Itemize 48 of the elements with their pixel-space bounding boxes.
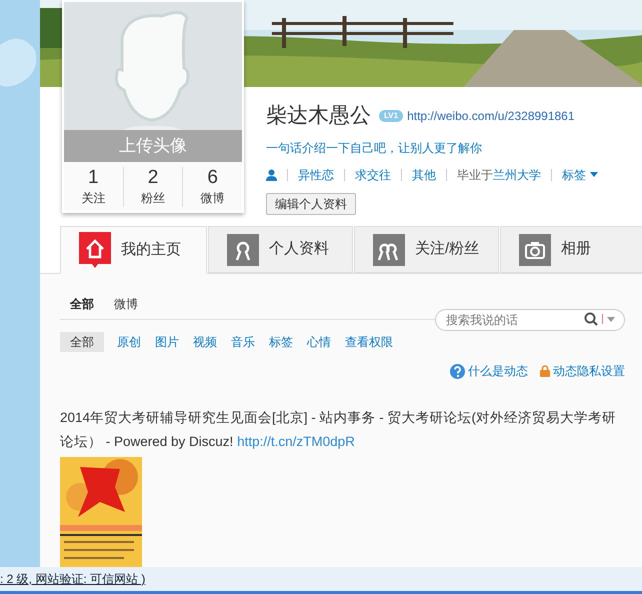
- people-icon: [373, 234, 405, 266]
- filter-tab[interactable]: 图片: [154, 332, 180, 352]
- tab[interactable]: 我的主页: [60, 226, 207, 274]
- help-link[interactable]: 动态隐私设置: [540, 362, 625, 380]
- tab[interactable]: 个人资料: [208, 226, 353, 273]
- post-text: 2014年贸大考研辅导研究生见面会[北京] - 站内事务 - 贸大考研论坛(对外经济贸易大学考研论坛） - Powered by Discuz! http://t.cn/zTM0dpR: [60, 409, 618, 451]
- filter-tab[interactable]: 标签: [268, 332, 294, 352]
- help-icon: [450, 364, 465, 378]
- bio-link[interactable]: 一句话介绍一下自己吧，让别人更了解你: [266, 138, 598, 156]
- person-icon: [266, 168, 277, 180]
- filter-tab[interactable]: 原创: [116, 332, 142, 352]
- stat-label[interactable]: 关注: [81, 188, 106, 206]
- stat-label[interactable]: 微博: [200, 188, 225, 206]
- post-link[interactable]: http://t.cn/zTM0dpR: [237, 434, 355, 449]
- caret-icon: [590, 172, 598, 177]
- tags-dropdown[interactable]: 标签: [562, 166, 598, 184]
- filter-tab[interactable]: 查看权限: [344, 332, 394, 352]
- search-field[interactable]: 搜索我说的话: [435, 309, 625, 331]
- feed-tab[interactable]: 全部: [70, 295, 94, 313]
- stat-count[interactable]: 6: [207, 166, 218, 188]
- school-link[interactable]: 兰州大学: [493, 168, 541, 182]
- filter-tab[interactable]: 视频: [192, 332, 218, 352]
- tab[interactable]: 相册: [500, 226, 642, 273]
- search-icon[interactable]: [584, 312, 598, 326]
- user-name: 柴达木愚公: [266, 103, 371, 129]
- filter-tab[interactable]: 全部: [60, 332, 104, 352]
- home-icon: [79, 232, 111, 268]
- school-text: 毕业于兰州大学: [457, 166, 541, 184]
- person-icon: [227, 234, 259, 266]
- help-link[interactable]: 什么是动态: [450, 362, 528, 380]
- stat-label[interactable]: 粉丝: [141, 188, 165, 206]
- profile-link[interactable]: http://weibo.com/u/2328991861: [407, 106, 575, 125]
- detail-link[interactable]: 求交往: [355, 166, 391, 184]
- lock-icon: [540, 365, 550, 377]
- stat-count[interactable]: 1: [88, 166, 99, 188]
- upload-avatar-button[interactable]: 上传头像: [64, 130, 242, 162]
- edit-profile-button[interactable]: 编辑个人资料: [266, 192, 356, 214]
- caret-icon[interactable]: [607, 316, 615, 322]
- feed-tab[interactable]: 微博: [114, 295, 138, 313]
- detail-link[interactable]: 其他: [412, 166, 436, 184]
- filter-tab[interactable]: 心情: [306, 332, 332, 352]
- status-text: : 2 级, 网站验证: 可信网站 ): [0, 571, 146, 588]
- stat-count[interactable]: 2: [148, 166, 158, 188]
- filter-tab[interactable]: 音乐: [230, 332, 256, 352]
- level-badge: LV1: [379, 110, 404, 122]
- camera-icon: [519, 234, 551, 266]
- detail-link[interactable]: 异性恋: [298, 166, 334, 184]
- tab[interactable]: 关注/粉丝: [354, 226, 499, 273]
